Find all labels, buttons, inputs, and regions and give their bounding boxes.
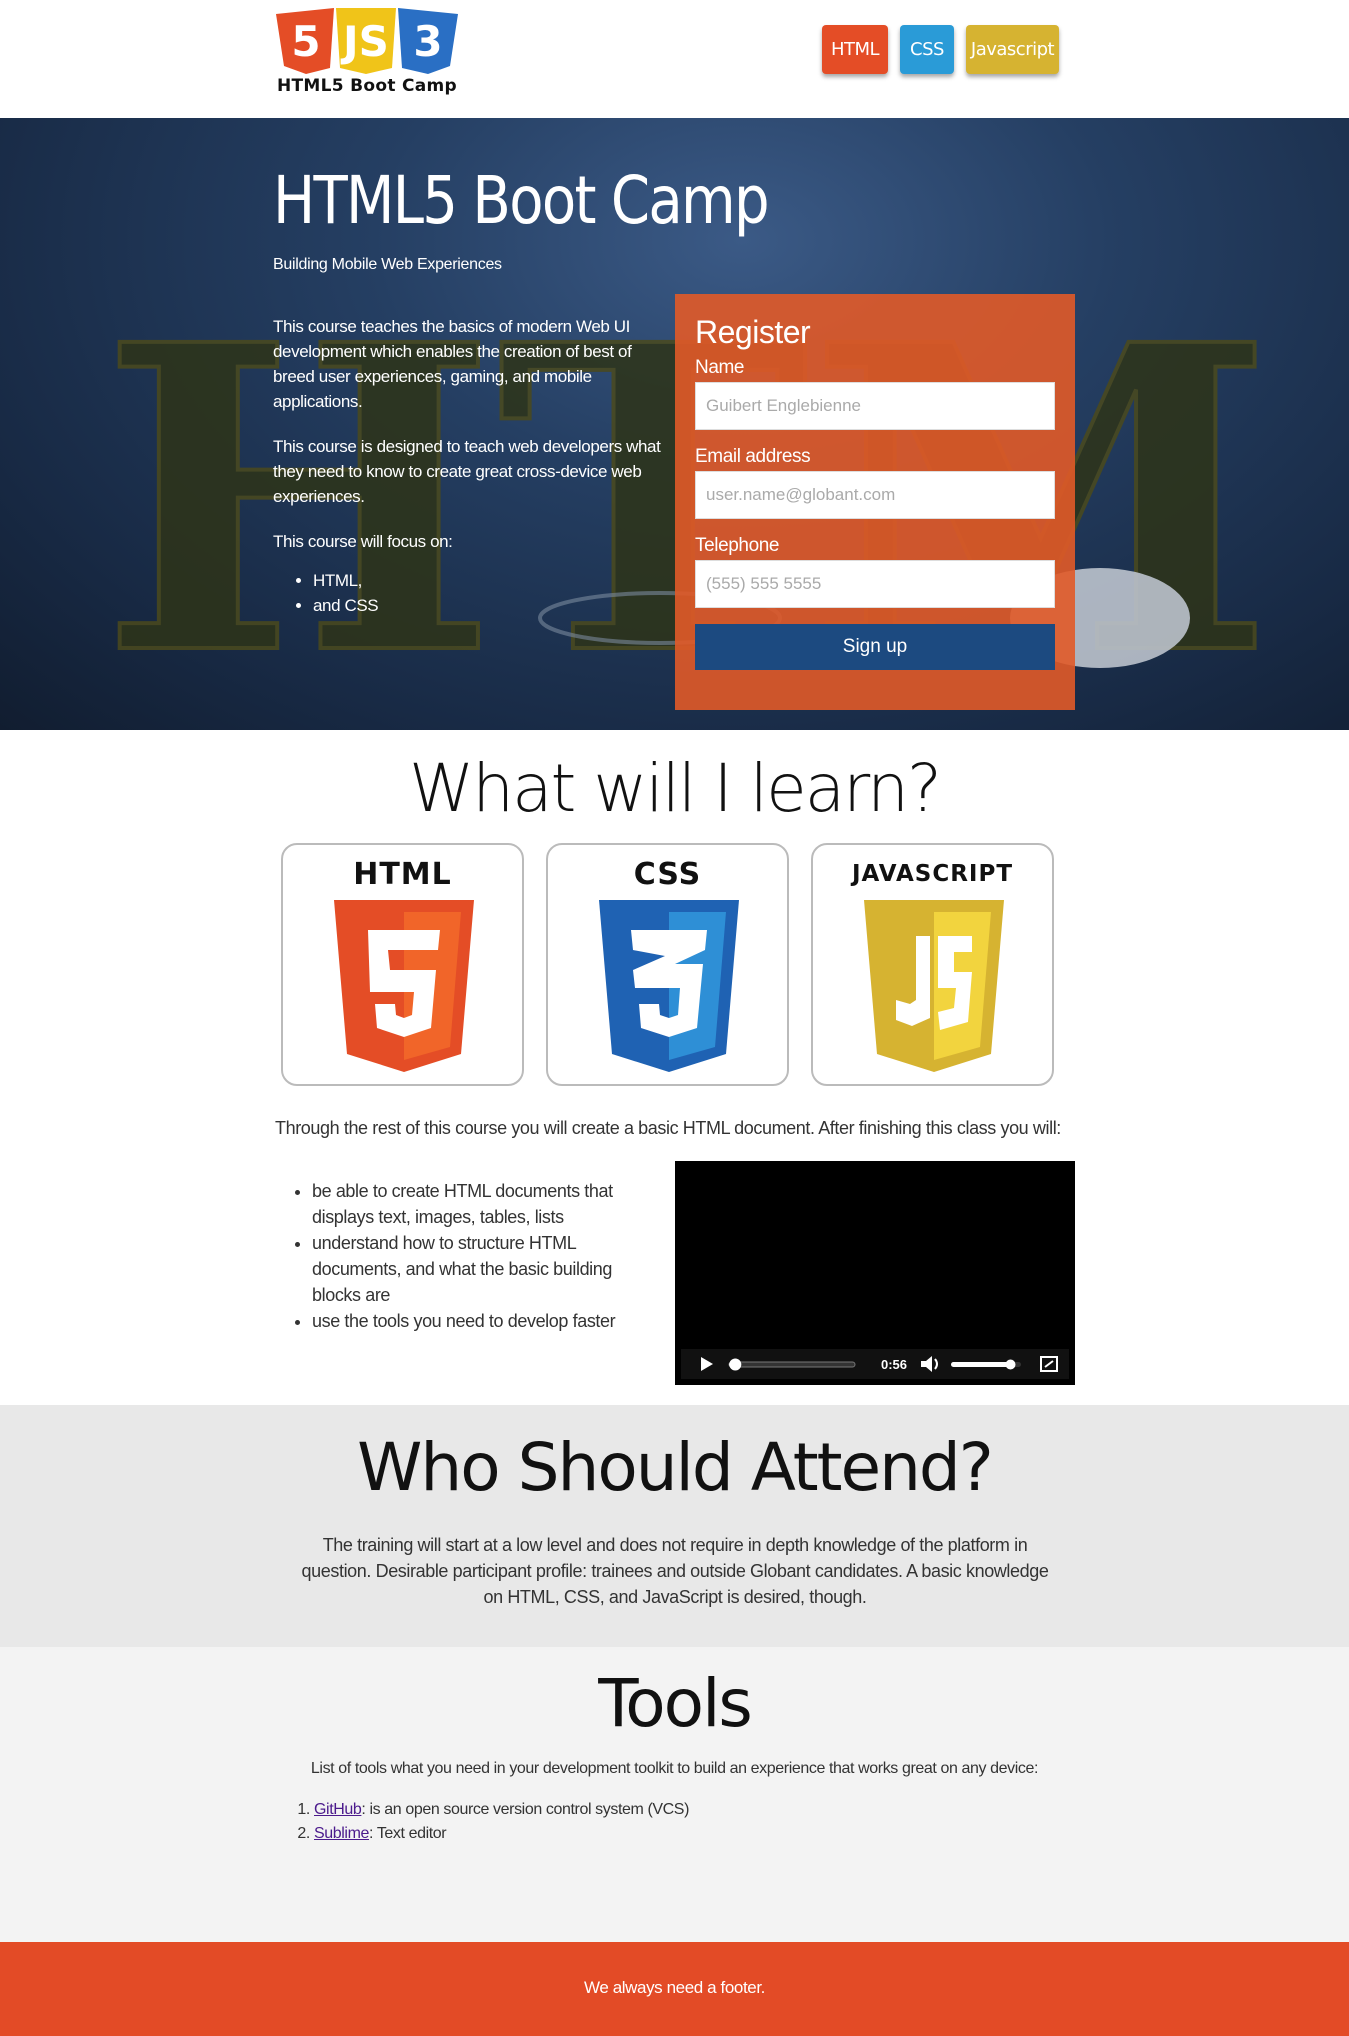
logo[interactable]: 5 JS 3 HTML5 Boot Camp [272, 4, 462, 100]
svg-text:5: 5 [291, 17, 320, 66]
tool-description: : is an open source version control syst… [361, 1801, 690, 1818]
hero-subtitle: Building Mobile Web Experiences [273, 256, 502, 273]
hero-description: This course teaches the basics of modern… [273, 314, 663, 618]
attend-title: Who Should Attend? [357, 1429, 994, 1506]
outcome-item: be able to create HTML documents that di… [312, 1178, 652, 1230]
seek-slider[interactable] [725, 1349, 865, 1379]
css3-shield-icon [599, 900, 739, 1072]
tools-list: GitHub: is an open source version contro… [314, 1798, 689, 1846]
hero-paragraph-3: This course will focus on: [273, 532, 453, 551]
nav-css-button[interactable]: CSS [900, 25, 954, 74]
focus-item: and CSS [313, 593, 663, 618]
email-label: Email address [695, 446, 811, 467]
main-nav: HTML CSS Javascript [822, 25, 1059, 74]
html-card-label: HTML [353, 857, 452, 892]
focus-item: HTML, [313, 568, 663, 593]
focus-list: HTML, and CSS [313, 568, 663, 618]
tool-description: : Text editor [369, 1825, 447, 1842]
outcome-item: understand how to structure HTML documen… [312, 1230, 652, 1308]
tools-title: Tools [598, 1665, 753, 1742]
volume-slider[interactable] [947, 1349, 1027, 1379]
video-player[interactable]: 0:56 [675, 1161, 1075, 1385]
video-time: 0:56 [881, 1357, 908, 1372]
register-form: Register Name Email address Telephone Si… [675, 294, 1075, 710]
telephone-input[interactable] [695, 560, 1055, 608]
tools-intro: List of tools what you need in your deve… [310, 1760, 1039, 1777]
volume-icon[interactable] [917, 1349, 943, 1379]
header: 5 JS 3 HTML5 Boot Camp HTML CSS Javascri… [0, 0, 1349, 118]
svg-text:3: 3 [413, 17, 442, 66]
email-input[interactable] [695, 471, 1055, 519]
sublime-link[interactable]: Sublime [314, 1825, 369, 1842]
name-label: Name [695, 357, 745, 378]
page: 5 JS 3 HTML5 Boot Camp HTML CSS Javascri… [0, 0, 1349, 2036]
tool-item: Sublime: Text editor [314, 1822, 689, 1846]
attend-section: Who Should Attend? The training will sta… [0, 1405, 1349, 1647]
javascript-shield-icon [864, 900, 1004, 1072]
logo-text: HTML5 Boot Camp [276, 76, 457, 96]
footer-text: We always need a footer. [584, 1978, 765, 1997]
play-icon[interactable] [691, 1349, 721, 1379]
svg-text:JS: JS [340, 17, 389, 66]
css-card-label: CSS [633, 857, 702, 892]
css-card: CSS [546, 843, 789, 1086]
hero-paragraph-2: This course is designed to teach web dev… [273, 437, 661, 506]
tools-section: Tools List of tools what you need in you… [0, 1647, 1349, 1942]
name-input[interactable] [695, 382, 1055, 430]
hero-title: HTML5 Boot Camp [273, 162, 770, 239]
nav-html-button[interactable]: HTML [822, 25, 888, 74]
javascript-card: JAVASCRIPT [811, 843, 1054, 1086]
html-card: HTML [281, 843, 524, 1086]
javascript-card-label: JAVASCRIPT [851, 861, 1014, 887]
signup-button[interactable]: Sign up [695, 624, 1055, 670]
telephone-label: Telephone [695, 535, 780, 556]
html5-shield-icon [334, 900, 474, 1072]
register-title: Register [695, 314, 811, 350]
video-controls: 0:56 [681, 1349, 1069, 1379]
learn-title: What will I learn? [408, 750, 942, 827]
tool-item: GitHub: is an open source version contro… [314, 1798, 689, 1822]
fullscreen-icon[interactable] [1037, 1349, 1061, 1379]
learn-intro: Through the rest of this course you will… [275, 1118, 1061, 1138]
logo-shields-icon: 5 JS 3 [276, 8, 458, 74]
learn-outcomes-list: be able to create HTML documents that di… [312, 1178, 652, 1334]
hero-section: HTML5 HTML5 Boot Camp Building Mobile We… [0, 118, 1349, 730]
attend-text: The training will start at a low level a… [301, 1535, 1049, 1607]
nav-javascript-button[interactable]: Javascript [966, 25, 1059, 74]
hero-paragraph-1: This course teaches the basics of modern… [273, 317, 632, 411]
footer: We always need a footer. [0, 1942, 1349, 2036]
github-link[interactable]: GitHub [314, 1801, 362, 1818]
outcome-item: use the tools you need to develop faster [312, 1308, 652, 1334]
